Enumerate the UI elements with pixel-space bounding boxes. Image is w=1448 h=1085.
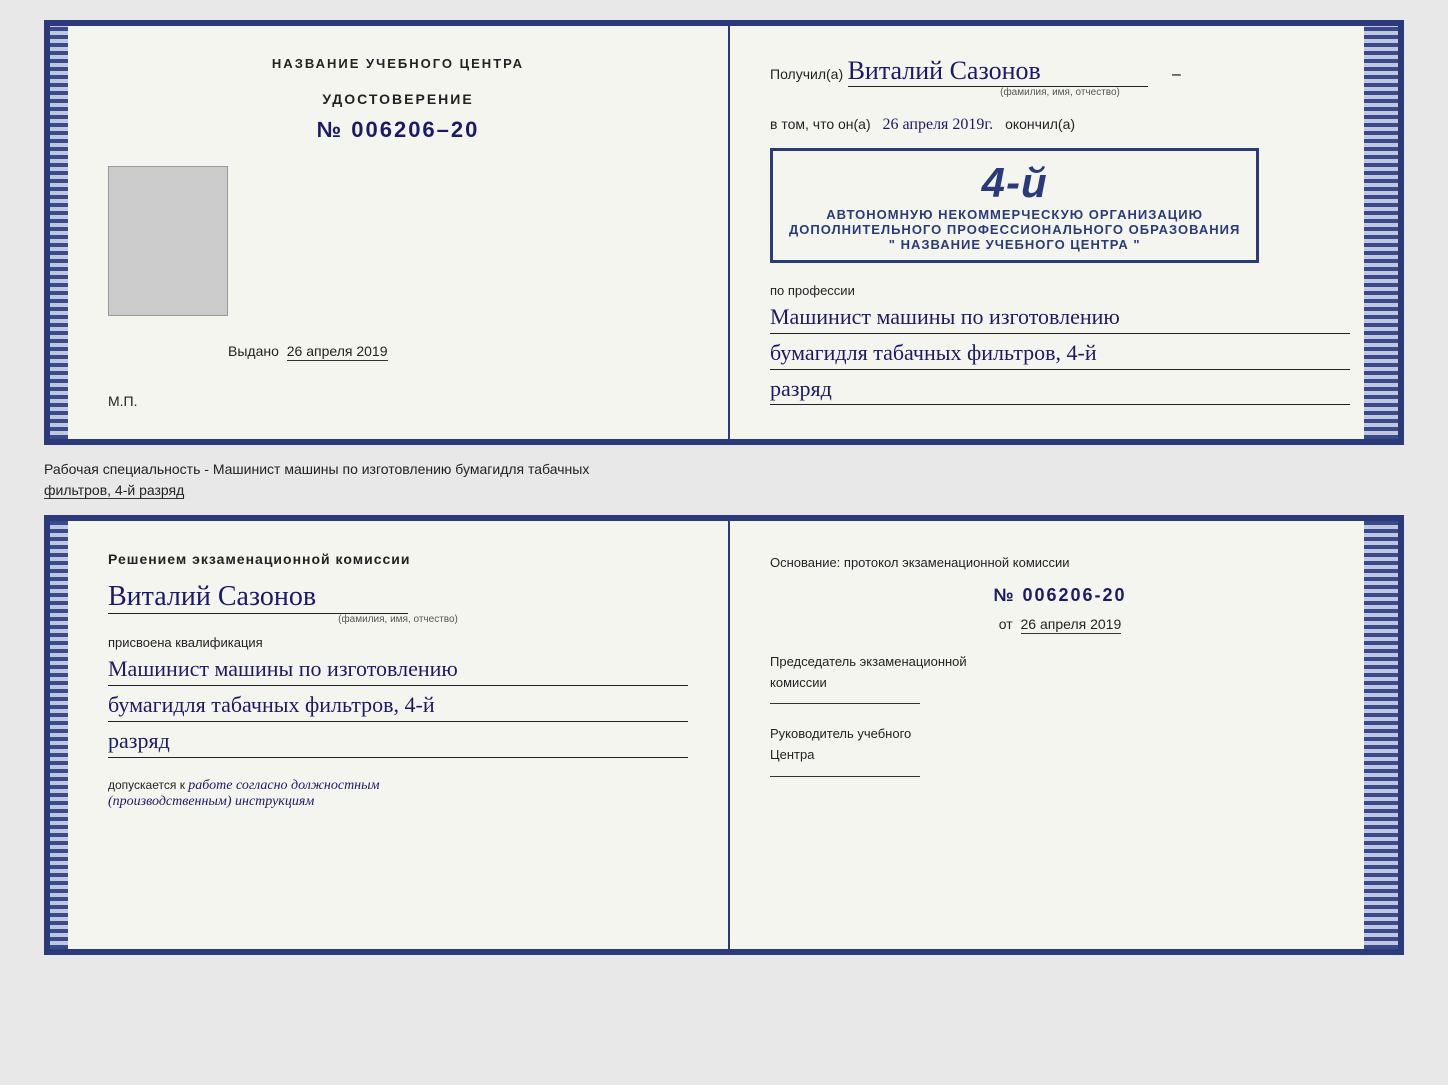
vydano-label: Выдано bbox=[228, 343, 279, 359]
info-text1: Рабочая специальность - Машинист машины … bbox=[44, 461, 589, 477]
bottom-document: Решением экзаменационной комиссии Витали… bbox=[44, 515, 1404, 955]
vydano-line: Выдано 26 апреля 2019 bbox=[228, 343, 388, 359]
stamp-line1: АВТОНОМНУЮ НЕКОММЕРЧЕСКУЮ ОРГАНИЗАЦИЮ bbox=[789, 207, 1240, 222]
ot-date: 26 апреля 2019 bbox=[1021, 616, 1122, 634]
bottom-left-strip bbox=[50, 521, 68, 949]
profession-line3: разряд bbox=[770, 374, 1350, 406]
profession-line1: Машинист машины по изготовлению bbox=[770, 302, 1350, 334]
predsedatel-label1: Председатель экзаменационной bbox=[770, 654, 967, 669]
rukovoditel-label1: Руководитель учебного bbox=[770, 726, 911, 741]
bottom-fio-sublabel: (фамилия, имя, отчество) bbox=[108, 614, 688, 625]
predsedatel-label2: комиссии bbox=[770, 675, 827, 690]
bottom-profession-line3: разряд bbox=[108, 726, 688, 758]
udostoverenie-label: УДОСТОВЕРЕНИЕ bbox=[108, 91, 688, 107]
stamp-line3: " НАЗВАНИЕ УЧЕБНОГО ЦЕНТРА " bbox=[789, 237, 1240, 252]
info-text2: фильтров, 4-й разряд bbox=[44, 482, 184, 499]
profession-line2: бумагидля табачных фильтров, 4-й bbox=[770, 338, 1350, 370]
left-strip bbox=[50, 26, 68, 439]
dopusk-label: допускается к bbox=[108, 778, 185, 792]
udostoverenie-number: № 006206–20 bbox=[108, 117, 688, 143]
poluchil-label: Получил(а) bbox=[770, 66, 843, 82]
predsedatel-block: Председатель экзаменационной комиссии bbox=[770, 652, 1350, 705]
bottom-recipient-name: Виталий Сазонов bbox=[108, 581, 408, 614]
stamp-block: 4-й АВТОНОМНУЮ НЕКОММЕРЧЕСКУЮ ОРГАНИЗАЦИ… bbox=[770, 148, 1259, 263]
bottom-number: № 006206-20 bbox=[770, 585, 1350, 606]
okanchil-label: окончил(а) bbox=[1005, 116, 1075, 132]
training-center-title: НАЗВАНИЕ УЧЕБНОГО ЦЕНТРА bbox=[108, 56, 688, 71]
predsedatel-signature-line bbox=[770, 703, 920, 704]
bottom-doc-left: Решением экзаменационной комиссии Витали… bbox=[68, 521, 730, 949]
resheniem-title: Решением экзаменационной комиссии bbox=[108, 551, 688, 567]
bottom-fio-block: Виталий Сазонов (фамилия, имя, отчество) bbox=[108, 581, 688, 625]
bottom-profession-line2: бумагидля табачных фильтров, 4-й bbox=[108, 690, 688, 722]
prisvoena-label: присвоена квалификация bbox=[108, 635, 688, 650]
right-strip-outer bbox=[1380, 26, 1398, 439]
info-line: Рабочая специальность - Машинист машины … bbox=[44, 457, 1404, 503]
ot-line: от 26 апреля 2019 bbox=[770, 616, 1350, 632]
po-professii-label: по профессии bbox=[770, 283, 1350, 298]
top-document: НАЗВАНИЕ УЧЕБНОГО ЦЕНТРА УДОСТОВЕРЕНИЕ №… bbox=[44, 20, 1404, 445]
vtom-block: в том, что он(а) 26 апреля 2019г. окончи… bbox=[770, 116, 1350, 134]
stamp-number: 4-й bbox=[789, 159, 1240, 207]
right-strip bbox=[1364, 26, 1380, 439]
dopuskaetsya-block: допускается к работе согласно должностны… bbox=[108, 778, 688, 810]
bottom-profession-line1: Машинист машины по изготовлению bbox=[108, 654, 688, 686]
dopusk-text1: работе согласно должностным bbox=[188, 778, 379, 793]
stamp-line2: ДОПОЛНИТЕЛЬНОГО ПРОФЕССИОНАЛЬНОГО ОБРАЗО… bbox=[789, 222, 1240, 237]
rukovoditel-signature-line bbox=[770, 776, 920, 777]
vtom-label: в том, что он(а) bbox=[770, 116, 871, 132]
top-doc-left: НАЗВАНИЕ УЧЕБНОГО ЦЕНТРА УДОСТОВЕРЕНИЕ №… bbox=[68, 26, 730, 439]
photo-placeholder bbox=[108, 166, 228, 316]
fio-sublabel: (фамилия, имя, отчество) bbox=[770, 87, 1350, 98]
osnovanie-label: Основание: протокол экзаменационной коми… bbox=[770, 551, 1350, 574]
top-doc-right: Получил(а) Виталий Сазонов – (фамилия, и… bbox=[730, 26, 1380, 439]
recipient-name: Виталий Сазонов bbox=[848, 56, 1148, 87]
vydano-date: 26 апреля 2019 bbox=[287, 343, 388, 361]
rukovoditel-block: Руководитель учебного Центра bbox=[770, 724, 1350, 777]
vtom-date: 26 апреля 2019г. bbox=[883, 116, 994, 133]
dash: – bbox=[1172, 66, 1181, 83]
bottom-doc-right: Основание: протокол экзаменационной коми… bbox=[730, 521, 1380, 949]
mp-label: М.П. bbox=[108, 393, 138, 409]
bottom-right-strip bbox=[1364, 521, 1380, 949]
ot-label: от bbox=[999, 616, 1013, 632]
dopusk-text2: (производственным) инструкциям bbox=[108, 794, 314, 809]
rukovoditel-label2: Центра bbox=[770, 747, 814, 762]
bottom-right-strip-outer bbox=[1380, 521, 1398, 949]
